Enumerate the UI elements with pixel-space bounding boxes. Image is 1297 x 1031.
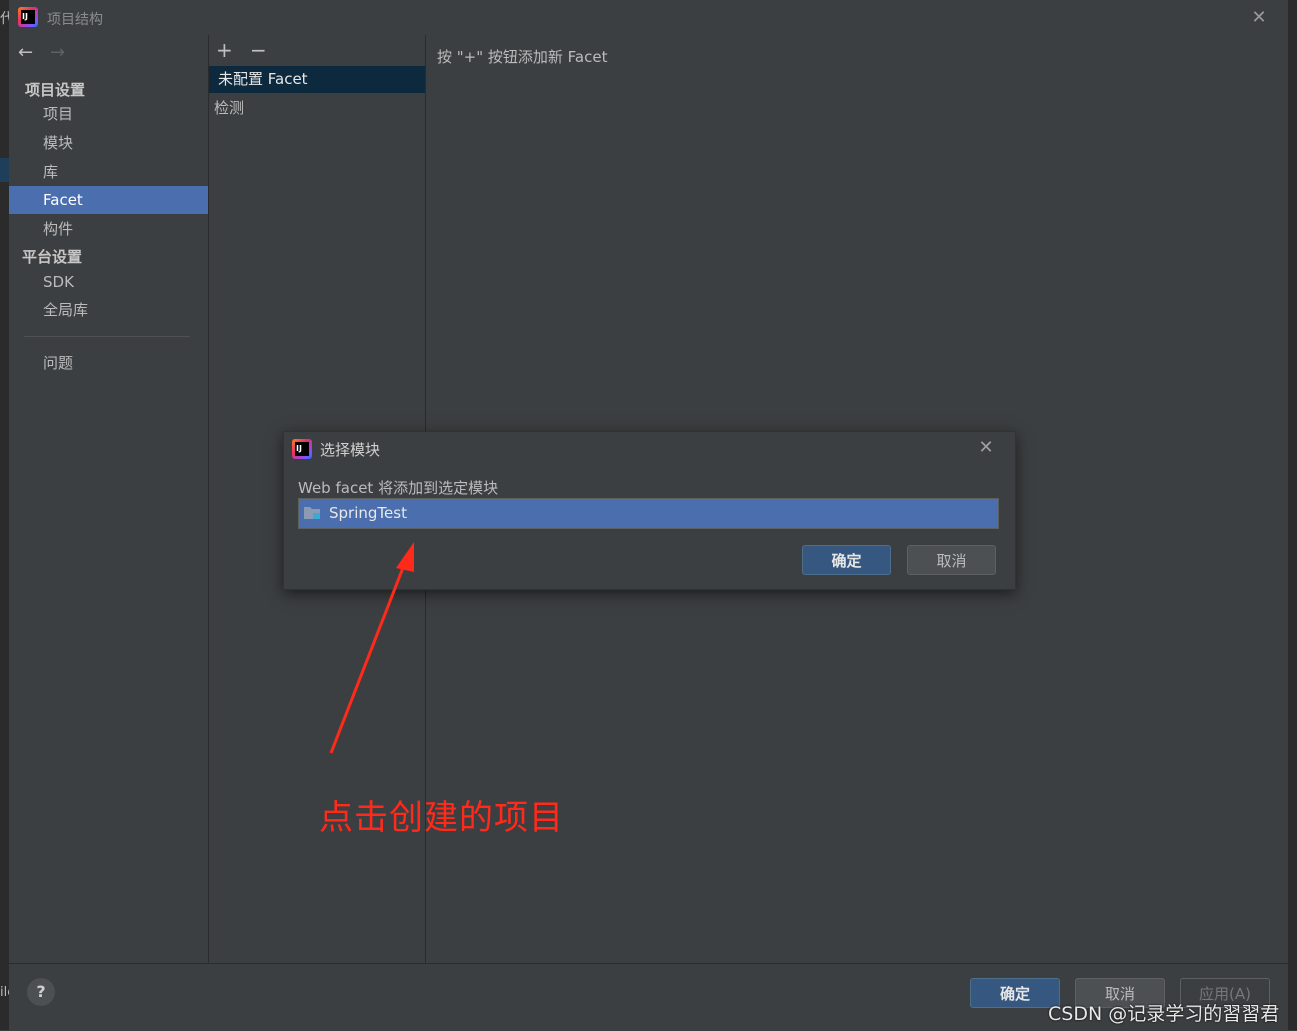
sidebar-item-project[interactable]: 项目	[9, 100, 208, 128]
dialog-cancel-button[interactable]: 取消	[907, 545, 996, 575]
dialog-label: Web facet 将添加到选定模块	[298, 479, 499, 497]
sidebar-item-artifacts[interactable]: 构件	[9, 215, 208, 243]
dialog-title: 选择模块	[320, 441, 381, 459]
section-project-settings: 项目设置	[25, 81, 86, 99]
sidebar-item-global-libraries[interactable]: 全局库	[9, 296, 208, 324]
ok-button[interactable]: 确定	[970, 978, 1060, 1008]
module-name: SpringTest	[329, 504, 407, 522]
sidebar-divider	[24, 336, 190, 337]
background-window-strip-right	[1288, 0, 1297, 1030]
annotation-arrow	[329, 542, 414, 754]
intellij-logo-icon	[292, 439, 312, 459]
dialog-ok-button[interactable]: 确定	[802, 545, 891, 575]
list-item-unconfigured-facet[interactable]: 未配置 Facet	[209, 66, 425, 93]
forward-arrow-icon: →	[50, 42, 66, 63]
module-folder-icon	[304, 507, 320, 519]
section-platform-settings: 平台设置	[22, 248, 83, 266]
list-item-detection[interactable]: 检测	[214, 97, 244, 118]
title-bar	[9, 0, 1288, 35]
remove-icon[interactable]: −	[250, 38, 267, 62]
empty-state-hint: 按 "+" 按钮添加新 Facet	[437, 48, 608, 66]
dialog-close-icon[interactable]: ✕	[977, 439, 995, 457]
annotation-text: 点击创建的项目	[319, 798, 564, 838]
sidebar-item-modules[interactable]: 模块	[9, 129, 208, 157]
sidebar-item-facets[interactable]: Facet	[9, 186, 208, 214]
sidebar-item-sdk[interactable]: SDK	[9, 268, 208, 296]
watermark: CSDN @记录学习的習習君	[1048, 1003, 1280, 1025]
window-title: 项目结构	[47, 12, 103, 28]
close-icon[interactable]: ✕	[1250, 9, 1268, 27]
back-arrow-icon[interactable]: ←	[18, 42, 33, 63]
sidebar-item-libraries[interactable]: 库	[9, 158, 208, 186]
intellij-logo-icon	[18, 7, 38, 27]
help-button[interactable]: ?	[27, 978, 55, 1006]
background-window-strip	[0, 0, 9, 1030]
sidebar-item-problems[interactable]: 问题	[9, 349, 208, 377]
add-icon[interactable]: +	[216, 38, 233, 62]
